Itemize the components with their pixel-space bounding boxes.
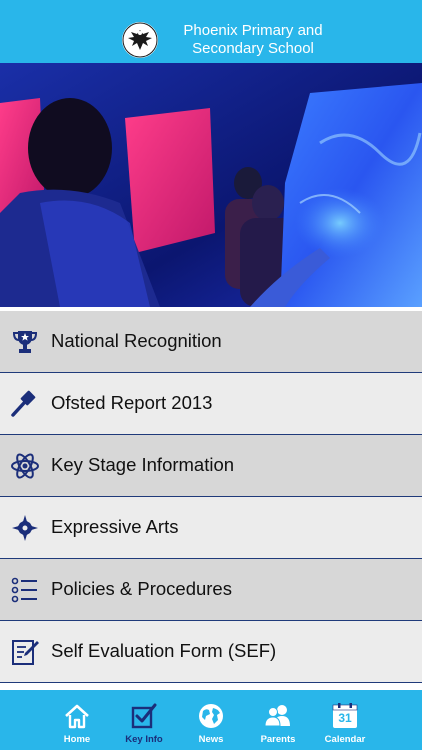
home-icon — [65, 704, 89, 729]
trophy-icon — [12, 331, 38, 353]
calendar-day: 31 — [338, 711, 352, 725]
checkbox-icon — [131, 703, 157, 729]
atom-icon — [11, 453, 39, 479]
tab-label: Home — [63, 734, 91, 745]
menu-item-label: Policies & Procedures — [51, 578, 232, 599]
calendar-icon: 31 — [331, 702, 359, 730]
tab-parents[interactable]: Parents — [243, 690, 313, 750]
school-name-line1: Phoenix Primary and — [183, 22, 323, 39]
menu-item-ofsted-report[interactable]: Ofsted Report 2013 — [0, 373, 422, 435]
app-header: Phoenix Primary and Secondary School — [0, 0, 422, 63]
school-name: Phoenix Primary and Secondary School — [163, 22, 343, 58]
menu-item-label: Ofsted Report 2013 — [51, 392, 213, 413]
compass-star-icon — [12, 515, 38, 541]
tab-bar: Home Key Info News Parents 31 Calendar — [0, 690, 422, 750]
menu-item-expressive-arts[interactable]: Expressive Arts — [0, 497, 422, 559]
school-logo — [122, 22, 158, 58]
tab-home[interactable]: Home — [42, 690, 112, 750]
menu-item-label: National Recognition — [51, 330, 222, 351]
tab-label: Calendar — [324, 734, 366, 745]
gavel-icon — [11, 390, 36, 417]
tab-news[interactable]: News — [176, 690, 246, 750]
globe-icon — [199, 704, 223, 728]
menu-item-national-recognition[interactable]: National Recognition — [0, 311, 422, 373]
menu-item-self-evaluation-form[interactable]: Self Evaluation Form (SEF) — [0, 621, 422, 683]
tab-label: Parents — [260, 734, 296, 745]
menu-item-policies-procedures[interactable]: Policies & Procedures — [0, 559, 422, 621]
tab-key-info[interactable]: Key Info — [109, 690, 179, 750]
menu-list: National Recognition Ofsted Report 2013 … — [0, 311, 422, 683]
school-name-line2: Secondary School — [192, 40, 314, 57]
tab-label: News — [198, 734, 224, 745]
list-icon — [11, 577, 37, 603]
hero-photo — [0, 63, 422, 307]
menu-item-label: Expressive Arts — [51, 516, 179, 537]
menu-item-label: Key Stage Information — [51, 454, 235, 475]
menu-item-key-stage-information[interactable]: Key Stage Information — [0, 435, 422, 497]
people-icon — [264, 705, 290, 727]
menu-item-label: Self Evaluation Form (SEF) — [51, 640, 277, 661]
tab-calendar[interactable]: 31 Calendar — [310, 690, 380, 750]
tab-label: Key Info — [125, 734, 163, 745]
edit-form-icon — [12, 640, 39, 665]
